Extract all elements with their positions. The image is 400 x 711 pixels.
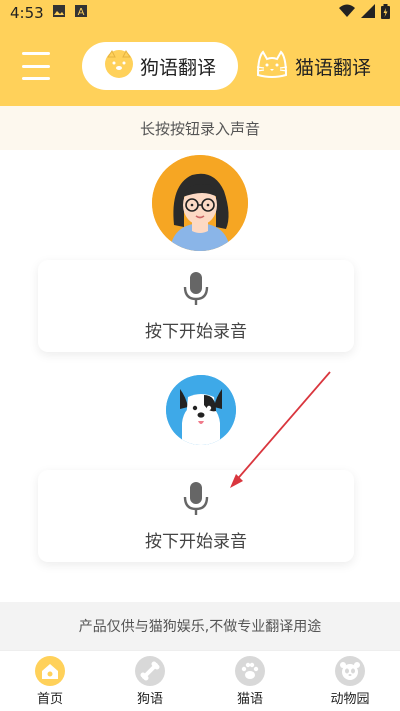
hint-bar: 长按按钮录入声音 [0,106,400,150]
signal-icon [361,4,375,22]
dog-avatar [166,375,236,445]
svg-text:A: A [77,7,84,18]
app-header: 狗语翻译 猫语翻译 [0,26,400,106]
nav-label-cat: 猫语 [236,691,263,707]
nav-label-dog: 狗语 [136,691,163,707]
tab-dog-translate[interactable]: 狗语翻译 [82,42,238,90]
record-dog-label: 按下开始录音 [145,531,247,552]
nav-label-zoo: 动物园 [330,691,370,707]
microphone-icon [182,481,210,521]
panda-icon [335,655,365,686]
tab-cat-translate[interactable]: 猫语翻译 [255,42,390,90]
nav-label-home: 首页 [36,691,63,707]
tab-dog-label: 狗语翻译 [139,56,216,79]
bottom-nav: 首页 狗语 猫语 动物园 [0,650,400,711]
hint-text: 长按按钮录入声音 [139,119,260,138]
wifi-icon [339,4,355,22]
main-content: 按下开始录音 按下开始录音 [0,150,400,602]
nav-item-cat[interactable]: 猫语 [205,655,295,707]
record-dog-button[interactable]: 按下开始录音 [38,470,354,562]
status-time: 4:53 [10,4,44,22]
status-bar: 4:53 A [0,0,400,26]
record-human-button[interactable]: 按下开始录音 [38,260,354,352]
disclaimer-text: 产品仅供与猫狗娱乐,不做专业翻译用途 [78,619,322,635]
dog-face-icon [104,49,134,83]
record-human-label: 按下开始录音 [145,321,247,342]
nav-item-dog[interactable]: 狗语 [105,655,195,707]
bone-icon [135,655,165,686]
battery-icon [381,3,390,23]
menu-icon[interactable] [18,48,54,84]
disclaimer-bar: 产品仅供与猫狗娱乐,不做专业翻译用途 [0,602,400,650]
nav-item-home[interactable]: 首页 [5,655,95,707]
tab-cat-label: 猫语翻译 [295,56,372,79]
image-icon [52,4,66,22]
human-avatar [152,155,248,251]
a-icon: A [74,4,88,22]
microphone-icon [182,271,210,311]
home-paw-icon [35,655,65,686]
paw-icon [235,655,265,686]
nav-item-zoo[interactable]: 动物园 [305,655,395,707]
cat-face-icon [255,49,289,83]
